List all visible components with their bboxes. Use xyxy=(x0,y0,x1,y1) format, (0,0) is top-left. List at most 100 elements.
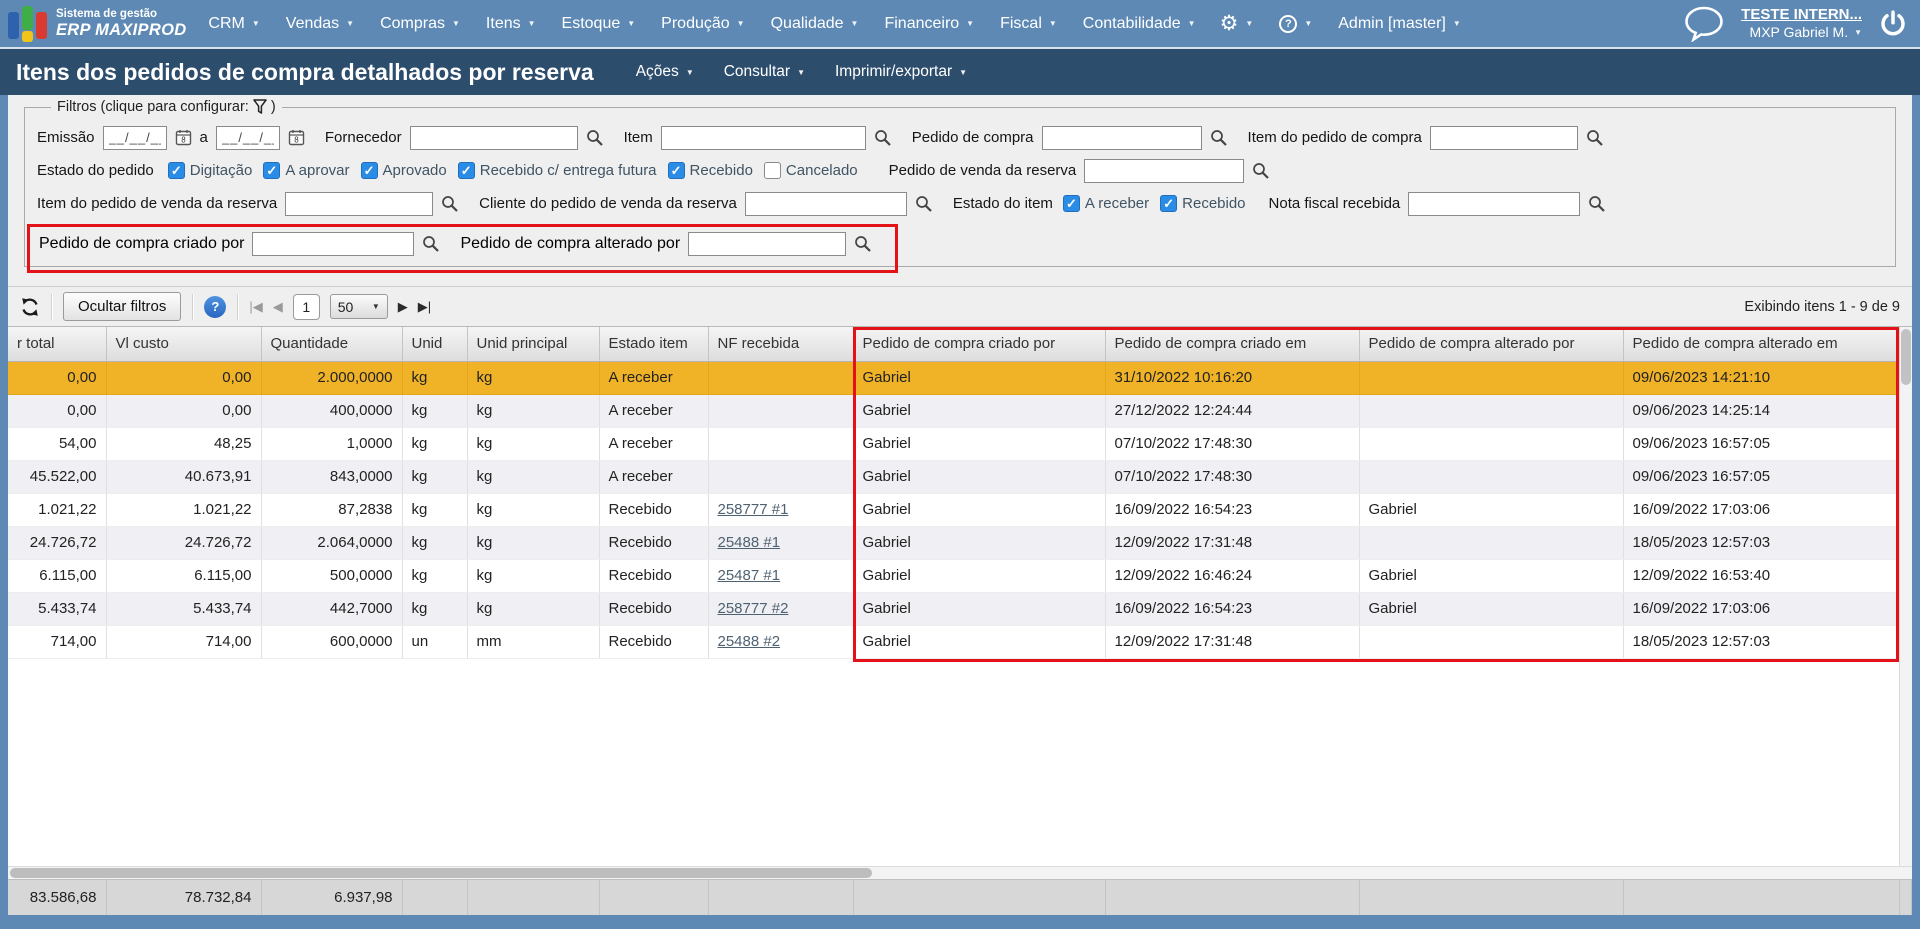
search-icon[interactable] xyxy=(915,195,933,213)
checkbox-a-aprovar[interactable]: ✓ xyxy=(263,162,281,179)
table-row[interactable]: 0,00 0,00 2.000,0000 kg kg A receber Gabriel 31… xyxy=(8,361,1900,395)
vertical-scrollbar[interactable] xyxy=(1899,327,1912,866)
checkbox-recebido-c-entrega-futura[interactable]: ✓ xyxy=(457,162,475,179)
pedido-compra-criado-por-input[interactable] xyxy=(252,232,415,256)
first-page-button[interactable]: |◀ xyxy=(249,299,262,315)
prev-page-button[interactable]: ◀ xyxy=(273,299,283,315)
pedido-compra-input[interactable] xyxy=(1041,125,1202,150)
help-icon[interactable]: ? xyxy=(204,295,227,318)
search-icon[interactable] xyxy=(1586,129,1604,147)
nav-item-estoque[interactable]: Estoque ▼ xyxy=(562,15,636,33)
nf-recebida-link[interactable]: 25488 #1 xyxy=(718,534,781,551)
nav-item-produ-o[interactable]: Produção ▼ xyxy=(661,15,744,33)
nav-item-crm[interactable]: CRM ▼ xyxy=(208,15,259,33)
total-alterado-em xyxy=(1623,878,1900,915)
table-row[interactable]: 24.726,72 24.726,72 2.064,0000 kg kg Recebido… xyxy=(8,526,1900,560)
table-row[interactable]: 0,00 0,00 400,0000 kg kg A receber Gabriel 27/1… xyxy=(8,394,1900,428)
hide-filters-button[interactable]: Ocultar filtros xyxy=(63,292,182,321)
app-logo[interactable]: Sistema de gestão ERP MAXIPROD xyxy=(8,5,186,43)
column-header-vl-total[interactable]: r total xyxy=(8,327,107,362)
page-number-input[interactable]: 1 xyxy=(292,293,320,320)
column-header-unid-principal[interactable]: Unid principal xyxy=(467,327,600,362)
column-header-vl-custo[interactable]: Vl custo xyxy=(106,327,262,362)
table-row[interactable]: 45.522,00 40.673,91 843,0000 kg kg A receber G… xyxy=(8,460,1900,494)
search-icon[interactable] xyxy=(441,195,459,213)
refresh-icon[interactable] xyxy=(20,297,40,317)
cell-nf-recebida[interactable]: 25488 #2 xyxy=(708,625,854,659)
column-header-criado-em[interactable]: Pedido de compra criado em xyxy=(1105,327,1360,362)
horizontal-scrollbar[interactable] xyxy=(8,865,1912,879)
column-header-estado-item[interactable]: Estado item xyxy=(599,327,709,362)
last-page-button[interactable]: ▶| xyxy=(418,299,431,315)
nav-item-compras[interactable]: Compras ▼ xyxy=(380,15,460,33)
table-row[interactable]: 1.021,22 1.021,22 87,2838 kg kg Recebido 25877… xyxy=(8,493,1900,527)
emissao-to-input[interactable] xyxy=(215,125,280,150)
cell-nf-recebida[interactable]: 25487 #1 xyxy=(708,559,854,593)
nav-item-financeiro[interactable]: Financeiro ▼ xyxy=(884,15,974,33)
nav-item-itens[interactable]: Itens ▼ xyxy=(486,15,536,33)
vertical-scrollbar-thumb[interactable] xyxy=(1901,329,1911,385)
calendar-icon[interactable]: 8 xyxy=(288,129,305,146)
checkbox-recebido[interactable]: ✓ xyxy=(1160,195,1178,212)
search-icon[interactable] xyxy=(1210,129,1228,147)
chat-bubble-icon[interactable] xyxy=(1683,6,1725,42)
settings-menu[interactable]: ⚙ ▼ xyxy=(1220,13,1254,34)
item-pedido-compra-input[interactable] xyxy=(1429,125,1578,150)
column-header-alterado-em[interactable]: Pedido de compra alterado em xyxy=(1623,327,1900,362)
item-pedido-venda-reserva-input[interactable] xyxy=(285,191,434,216)
fornecedor-input[interactable] xyxy=(409,125,578,150)
page-size-select[interactable]: 50 ▼ xyxy=(329,294,388,319)
checkbox-digita-o[interactable]: ✓ xyxy=(167,162,185,179)
menu-imprimir-exportar[interactable]: Imprimir/exportar ▼ xyxy=(835,63,967,81)
search-icon[interactable] xyxy=(422,235,440,253)
column-header-criado-por[interactable]: Pedido de compra criado por xyxy=(853,327,1106,362)
checkbox-recebido[interactable]: ✓ xyxy=(667,162,685,179)
nav-item-contabilidade[interactable]: Contabilidade ▼ xyxy=(1083,15,1196,33)
filters-legend[interactable]: Filtros (clique para configurar: ) xyxy=(51,99,282,115)
cliente-pedido-venda-reserva-input[interactable] xyxy=(744,191,907,216)
search-icon[interactable] xyxy=(854,235,872,253)
cell-alterado-por: Gabriel xyxy=(1359,592,1624,626)
nf-recebida-link[interactable]: 258777 #2 xyxy=(718,600,789,617)
table-row[interactable]: 6.115,00 6.115,00 500,0000 kg kg Recebido 2548… xyxy=(8,559,1900,593)
nota-fiscal-recebida-input[interactable] xyxy=(1408,191,1581,216)
help-menu[interactable]: ? ▼ xyxy=(1279,14,1312,33)
menu-acoes[interactable]: Ações ▼ xyxy=(636,63,694,81)
nav-item-qualidade[interactable]: Qualidade ▼ xyxy=(771,15,859,33)
search-icon[interactable] xyxy=(874,129,892,147)
search-icon[interactable] xyxy=(586,129,604,147)
calendar-icon[interactable]: 8 xyxy=(175,129,192,146)
next-page-button[interactable]: ▶ xyxy=(398,299,408,315)
chevron-down-icon: ▼ xyxy=(797,67,805,77)
menu-consultar[interactable]: Consultar ▼ xyxy=(724,63,805,81)
nav-item-fiscal[interactable]: Fiscal ▼ xyxy=(1000,15,1057,33)
checkbox-aprovado[interactable]: ✓ xyxy=(360,162,378,179)
search-icon[interactable] xyxy=(1588,195,1606,213)
power-icon[interactable] xyxy=(1878,9,1908,39)
account-link[interactable]: TESTE INTERN... xyxy=(1741,6,1862,24)
search-icon[interactable] xyxy=(1252,162,1270,180)
nf-recebida-link[interactable]: 258777 #1 xyxy=(718,501,789,518)
column-header-alterado-por[interactable]: Pedido de compra alterado por xyxy=(1359,327,1624,362)
cell-nf-recebida[interactable]: 25488 #1 xyxy=(708,526,854,560)
checkbox-cancelado[interactable] xyxy=(763,162,781,179)
column-header-unid[interactable]: Unid xyxy=(402,327,468,362)
user-menu[interactable]: MXP Gabriel M. ▼ xyxy=(1741,24,1862,41)
pedido-compra-alterado-por-input[interactable] xyxy=(688,232,847,256)
horizontal-scrollbar-thumb[interactable] xyxy=(10,867,872,878)
column-header-quantidade[interactable]: Quantidade xyxy=(261,327,403,362)
nf-recebida-link[interactable]: 25487 #1 xyxy=(718,567,781,584)
table-row[interactable]: 5.433,74 5.433,74 442,7000 kg kg Recebido 2587… xyxy=(8,592,1900,626)
table-row[interactable]: 54,00 48,25 1,0000 kg kg A receber Gabriel 07/1… xyxy=(8,427,1900,461)
pedido-venda-reserva-input[interactable] xyxy=(1084,158,1245,183)
emissao-from-input[interactable] xyxy=(102,125,167,150)
nav-item-vendas[interactable]: Vendas ▼ xyxy=(286,15,354,33)
column-header-nf-recebida[interactable]: NF recebida xyxy=(708,327,854,362)
admin-menu[interactable]: Admin [master] ▼ xyxy=(1338,15,1461,33)
cell-nf-recebida[interactable]: 258777 #1 xyxy=(708,493,854,527)
item-input[interactable] xyxy=(660,125,866,150)
cell-nf-recebida[interactable]: 258777 #2 xyxy=(708,592,854,626)
table-row[interactable]: 714,00 714,00 600,0000 un mm Recebido 25488 #2… xyxy=(8,625,1900,659)
checkbox-a-receber[interactable]: ✓ xyxy=(1062,195,1080,212)
nf-recebida-link[interactable]: 25488 #2 xyxy=(718,633,781,650)
